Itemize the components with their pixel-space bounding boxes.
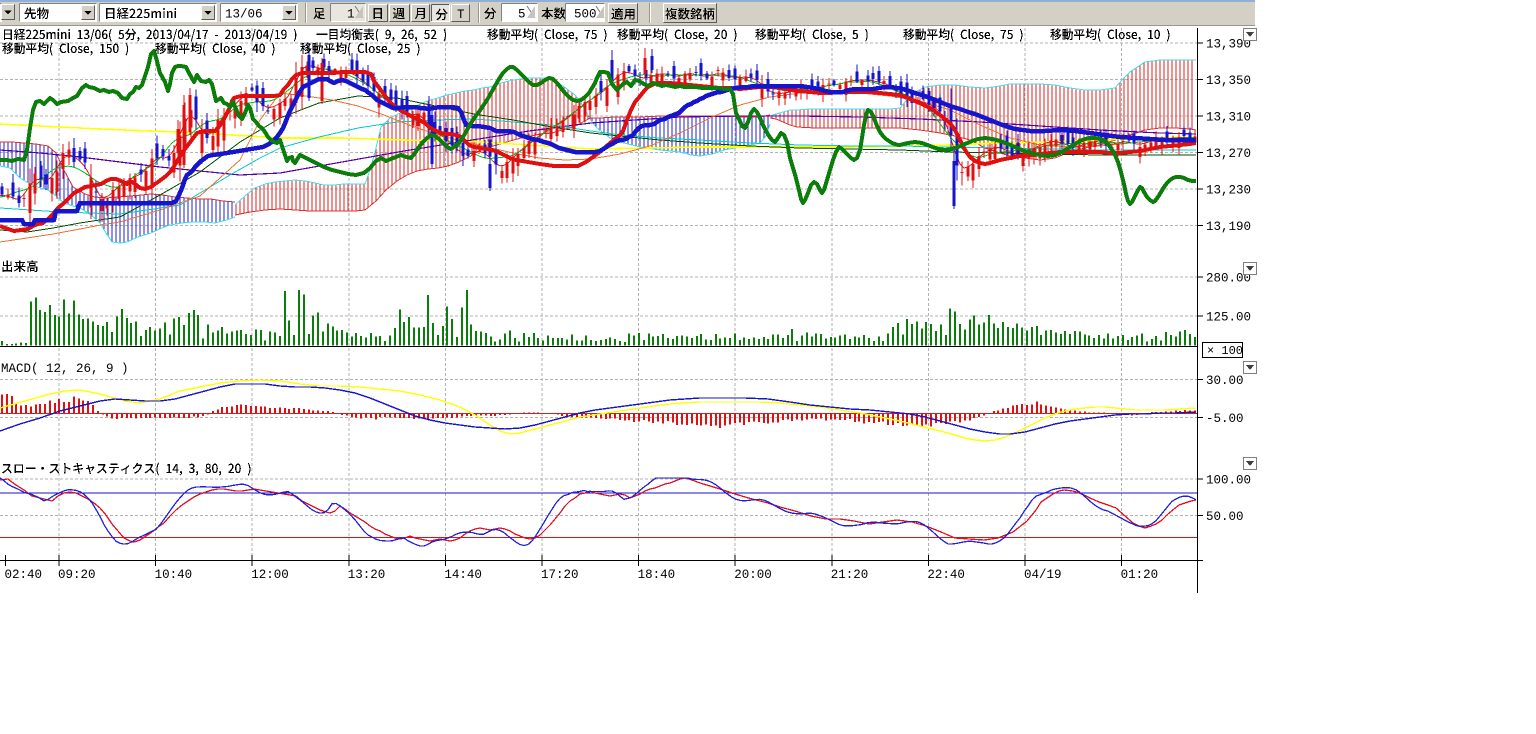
svg-text:22:40: 22:40 <box>927 568 965 582</box>
svg-text:5: 5 <box>518 8 526 22</box>
svg-text:× 100: × 100 <box>1207 344 1243 358</box>
svg-text:50.00: 50.00 <box>1206 510 1244 524</box>
svg-text:-5.00: -5.00 <box>1206 412 1244 426</box>
svg-text:18:40: 18:40 <box>638 568 676 582</box>
svg-text:100.00: 100.00 <box>1206 474 1251 488</box>
svg-text:MACD( 12, 26, 9 ): MACD( 12, 26, 9 ) <box>1 362 129 376</box>
svg-text:13,350: 13,350 <box>1206 74 1251 88</box>
svg-text:21:20: 21:20 <box>831 568 869 582</box>
svg-text:13,270: 13,270 <box>1206 147 1251 161</box>
svg-text:04/19: 04/19 <box>1024 568 1062 582</box>
svg-text:1: 1 <box>347 8 355 22</box>
svg-text:500: 500 <box>574 8 597 22</box>
svg-text:20:00: 20:00 <box>734 568 772 582</box>
svg-text:13,230: 13,230 <box>1206 184 1251 198</box>
svg-text:14:40: 14:40 <box>444 568 482 582</box>
svg-text:13,190: 13,190 <box>1206 220 1251 234</box>
svg-text:02:40: 02:40 <box>5 568 43 582</box>
svg-text:125.00: 125.00 <box>1206 311 1251 325</box>
svg-text:13/06: 13/06 <box>225 8 263 22</box>
svg-text:17:20: 17:20 <box>541 568 579 582</box>
svg-text:13:20: 13:20 <box>348 568 386 582</box>
svg-text:09:20: 09:20 <box>58 568 96 582</box>
svg-text:10:40: 10:40 <box>155 568 193 582</box>
svg-text:30.00: 30.00 <box>1206 374 1244 388</box>
svg-text:13,310: 13,310 <box>1206 111 1251 125</box>
svg-text:12:00: 12:00 <box>251 568 289 582</box>
svg-text:01:20: 01:20 <box>1121 568 1159 582</box>
svg-text:T: T <box>457 8 465 22</box>
